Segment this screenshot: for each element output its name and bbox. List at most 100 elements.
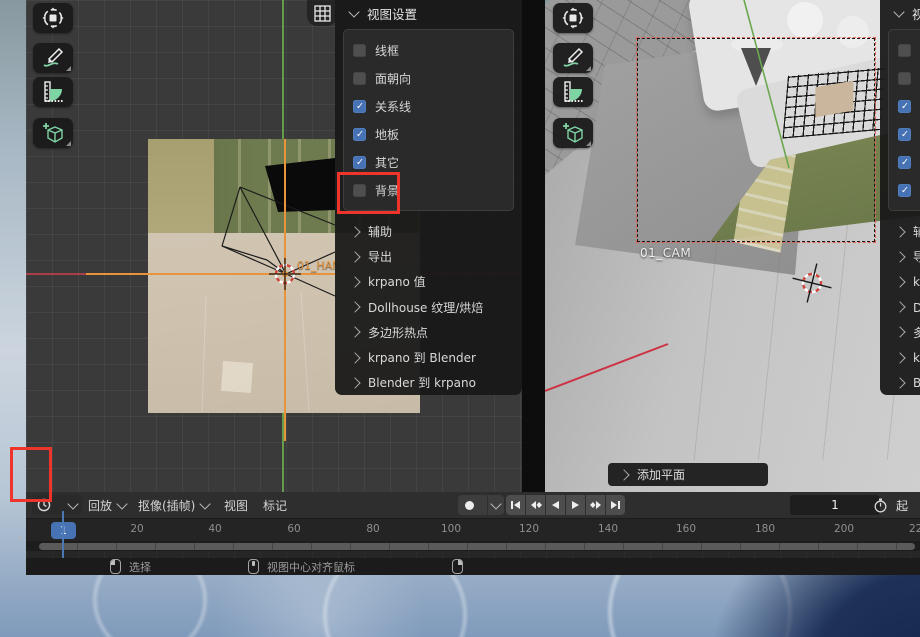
add-plane-label: 添加平面	[637, 466, 685, 483]
section-label: 多边形热点	[368, 324, 428, 341]
timecode-toggle[interactable]	[871, 495, 890, 515]
checkbox[interactable]	[353, 44, 366, 57]
ruler-tick: 220	[909, 523, 920, 535]
transport-controls	[506, 495, 625, 515]
checkbox[interactable]	[353, 72, 366, 85]
section-label: krpano 值	[913, 273, 920, 290]
next-keyframe-button[interactable]	[586, 495, 605, 515]
jump-to-start-button[interactable]	[506, 495, 525, 515]
chevron-right-icon	[894, 276, 905, 287]
checkbox[interactable]	[898, 156, 911, 169]
chevron-right-icon	[894, 301, 905, 312]
chevron-right-icon	[349, 377, 360, 388]
section-label: krpano 到 Blender	[913, 349, 920, 366]
checkbox[interactable]	[353, 100, 366, 113]
section-polygon-hotspot[interactable]: 多边形热点	[880, 320, 920, 345]
section-dollhouse[interactable]: Dollhouse 纹理/烘焙	[880, 295, 920, 320]
panel-header[interactable]: 视图设置	[335, 0, 522, 27]
record-options-button[interactable]	[487, 495, 504, 515]
play-button[interactable]	[566, 495, 585, 515]
annotation-box-background-checkbox	[337, 172, 400, 214]
checkbox[interactable]	[353, 128, 366, 141]
record-button[interactable]	[458, 495, 481, 515]
section-auxiliary[interactable]: 辅助	[335, 219, 522, 244]
checkbox-row-relationship-lines[interactable]: 关系线	[353, 92, 504, 120]
ruler-tick: 20	[130, 523, 143, 535]
grid-overlay-icon[interactable]	[307, 0, 337, 26]
chevron-right-icon	[894, 352, 905, 363]
keying-menu[interactable]: 抠像(插帧)	[132, 495, 215, 515]
checkbox-row-face-orientation[interactable]: 面朝向	[353, 64, 504, 92]
pillow-shape	[787, 2, 823, 38]
add-cube-icon	[41, 121, 65, 145]
current-frame-field[interactable]: 1	[790, 495, 880, 515]
measure-tool[interactable]	[33, 77, 73, 107]
section-label: 导出	[368, 248, 392, 265]
section-polygon-hotspot[interactable]: 多边形热点	[335, 320, 522, 345]
section-label: krpano 值	[368, 273, 426, 290]
camera-frame[interactable]	[637, 38, 875, 242]
section-krpano-values[interactable]: krpano 值	[335, 269, 522, 294]
checkbox[interactable]	[898, 100, 911, 113]
checkbox-row-other[interactable]: 其它	[898, 148, 920, 176]
section-label: 辅助	[913, 223, 920, 240]
timeline-ruler[interactable]: 20 40 60 80 100 120 140 160 180 200 220 …	[26, 519, 920, 541]
section-blender-to-krpano[interactable]: Blender 到 krpano	[880, 370, 920, 395]
panel-title: 视图设置	[912, 4, 920, 23]
viewport-right[interactable]: 01_CAM 添加平面	[545, 0, 920, 492]
checkbox-row-relationship-lines[interactable]: 关系线	[898, 92, 920, 120]
playback-menu[interactable]: 回放	[82, 495, 132, 515]
checkbox[interactable]	[898, 44, 911, 57]
section-blender-to-krpano[interactable]: Blender 到 krpano	[335, 370, 522, 395]
checkbox-row-floor[interactable]: 地板	[898, 120, 920, 148]
checkbox-row-wireframe[interactable]: 线框	[353, 36, 504, 64]
section-krpano-to-blender[interactable]: krpano 到 Blender	[880, 345, 920, 370]
statusbar-hint-context	[452, 558, 471, 575]
checkbox-label: 其它	[375, 154, 399, 171]
view-menu[interactable]: 视图	[218, 495, 254, 515]
checkbox[interactable]	[353, 156, 366, 169]
section-label: Blender 到 krpano	[368, 374, 476, 391]
menu-label: 视图	[224, 497, 248, 514]
section-auxiliary[interactable]: 辅助	[880, 219, 920, 244]
add-cube-tool[interactable]	[553, 118, 593, 148]
section-krpano-values[interactable]: krpano 值	[880, 269, 920, 294]
section-export[interactable]: 导出	[335, 244, 522, 269]
checkbox-row-floor[interactable]: 地板	[353, 120, 504, 148]
timeline-channel-strip	[26, 551, 920, 558]
jump-to-end-button[interactable]	[606, 495, 625, 515]
playhead[interactable]	[62, 511, 64, 558]
statusbar-hint-center-view: 视图中心对齐鼠标	[248, 558, 355, 575]
checkbox-row-background[interactable]: 背景	[898, 176, 920, 204]
play-reverse-button[interactable]	[546, 495, 565, 515]
panel-title: 视图设置	[367, 4, 417, 23]
navigate-gizmo-tool[interactable]	[553, 3, 593, 33]
add-cube-tool[interactable]	[33, 118, 73, 148]
measure-tool[interactable]	[553, 77, 593, 107]
region-expand-arrow[interactable]: ›	[18, 531, 23, 545]
section-dollhouse[interactable]: Dollhouse 纹理/烘焙	[335, 295, 522, 320]
left-mouse-icon	[110, 559, 121, 574]
annotate-tool[interactable]	[33, 43, 73, 73]
chevron-right-icon	[349, 276, 360, 287]
section-export[interactable]: 导出	[880, 244, 920, 269]
marker-menu[interactable]: 标记	[257, 495, 293, 515]
checkbox[interactable]	[898, 128, 911, 141]
add-plane-panel[interactable]: 添加平面	[608, 463, 768, 486]
chevron-right-icon	[618, 469, 629, 480]
chevron-down-icon	[200, 498, 211, 509]
record-dot-icon	[465, 501, 474, 510]
horizontal-scrollbar[interactable]	[39, 543, 915, 550]
view-settings-panel-right: 视图设置 线框 面朝向 关系线 地板 其它 背景 辅助 导出 krpano 值 …	[880, 0, 920, 395]
navigate-gizmo-tool[interactable]	[33, 3, 73, 33]
checkbox-row-wireframe[interactable]: 线框	[898, 36, 920, 64]
annotate-tool[interactable]	[553, 43, 593, 73]
annotation-box-bottom-left	[10, 447, 52, 502]
section-krpano-to-blender[interactable]: krpano 到 Blender	[335, 345, 522, 370]
panel-header[interactable]: 视图设置	[880, 0, 920, 27]
checkbox-row-face-orientation[interactable]: 面朝向	[898, 64, 920, 92]
checkbox[interactable]	[898, 184, 911, 197]
checkbox[interactable]	[898, 72, 911, 85]
previous-keyframe-button[interactable]	[526, 495, 545, 515]
chevron-right-icon	[894, 226, 905, 237]
